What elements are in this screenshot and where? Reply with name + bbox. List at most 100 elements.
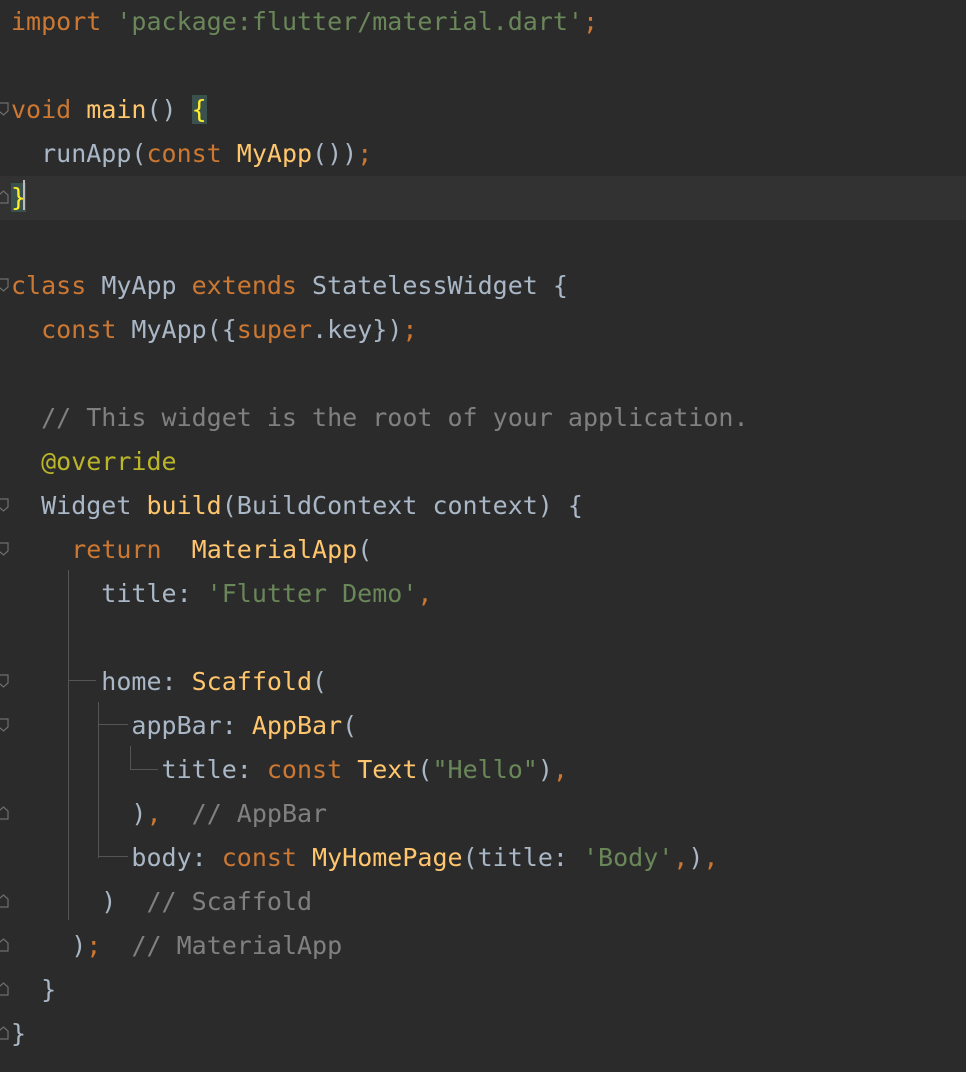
- code-token: 'package:flutter/material.dart': [116, 7, 583, 36]
- fold-open-icon[interactable]: [0, 674, 9, 688]
- code-token: MyApp: [236, 139, 313, 168]
- code-token: ;: [86, 931, 102, 960]
- code-token: ()): [312, 139, 358, 168]
- code-token: const: [41, 315, 117, 344]
- code-token: ;: [357, 139, 373, 168]
- indent-guide: [130, 746, 131, 770]
- code-token: ;: [582, 7, 599, 36]
- code-token: (title:: [462, 843, 583, 872]
- fold-open-icon[interactable]: [0, 542, 9, 556]
- code-token: ): [688, 843, 704, 872]
- code-token: AppBar: [251, 711, 343, 740]
- code-token: class: [11, 271, 87, 300]
- code-token: ,: [703, 843, 719, 872]
- code-token: MyApp({: [116, 315, 237, 344]
- code-line[interactable]: class MyApp extends StatelessWidget {: [0, 264, 966, 308]
- code-editor[interactable]: import 'package:flutter/material.dart'; v…: [0, 0, 966, 1072]
- code-text: title: 'Flutter Demo',: [11, 572, 432, 616]
- code-line[interactable]: return MaterialApp(: [0, 528, 966, 572]
- code-text: ); // MaterialApp: [11, 924, 342, 968]
- code-line[interactable]: @override: [0, 440, 966, 484]
- code-token: "Hello": [432, 755, 538, 784]
- code-token: ,: [417, 579, 433, 608]
- code-line[interactable]: runApp(const MyApp());: [0, 132, 966, 176]
- code-token: Text: [357, 755, 418, 784]
- matched-brace: {: [191, 95, 207, 124]
- code-token: (: [417, 755, 433, 784]
- code-line[interactable]: ); // MaterialApp: [0, 924, 966, 968]
- code-line[interactable]: ) // Scaffold: [0, 880, 966, 924]
- fold-open-icon[interactable]: [0, 498, 9, 512]
- indent-guide: [68, 570, 69, 920]
- fold-close-icon[interactable]: [0, 938, 9, 952]
- code-line[interactable]: ), // AppBar: [0, 792, 966, 836]
- code-token: 'Body': [582, 843, 674, 872]
- code-line[interactable]: // This widget is the root of your appli…: [0, 396, 966, 440]
- code-token: Scaffold: [191, 667, 313, 696]
- code-line[interactable]: Widget build(BuildContext context) {: [0, 484, 966, 528]
- code-token: // This widget is the root of your appli…: [11, 403, 749, 432]
- code-line[interactable]: title: const Text("Hello"),: [0, 748, 966, 792]
- code-token: extends: [191, 271, 297, 300]
- code-token: const: [146, 139, 222, 168]
- code-line[interactable]: import 'package:flutter/material.dart';: [0, 0, 966, 44]
- code-line[interactable]: const MyApp({super.key});: [0, 308, 966, 352]
- code-token: override: [56, 447, 177, 476]
- code-token: runApp(: [11, 139, 147, 168]
- fold-open-icon[interactable]: [0, 278, 9, 292]
- code-line[interactable]: [0, 44, 966, 88]
- code-token: // AppBar: [191, 799, 328, 828]
- code-text: }: [11, 1012, 26, 1056]
- fold-close-icon[interactable]: [0, 190, 9, 204]
- code-token: StatelessWidget {: [296, 271, 568, 300]
- code-line[interactable]: [0, 352, 966, 396]
- code-line[interactable]: [0, 616, 966, 660]
- code-text: return MaterialApp(: [11, 528, 372, 572]
- fold-close-icon[interactable]: [0, 1026, 9, 1040]
- code-token: ): [11, 887, 147, 916]
- code-line[interactable]: }: [0, 1012, 966, 1056]
- fold-close-icon[interactable]: [0, 806, 9, 820]
- code-line[interactable]: appBar: AppBar(: [0, 704, 966, 748]
- code-token: }: [11, 1019, 27, 1048]
- fold-open-icon[interactable]: [0, 102, 9, 116]
- code-token: (BuildContext context) {: [221, 491, 583, 520]
- code-line[interactable]: [0, 220, 966, 264]
- code-text: void main() {: [11, 88, 207, 132]
- code-token: title:: [11, 579, 207, 608]
- code-text: ), // AppBar: [11, 792, 327, 836]
- code-token: super: [236, 315, 313, 344]
- code-token: @: [41, 447, 57, 476]
- code-token: const: [266, 755, 343, 784]
- code-text: runApp(const MyApp());: [11, 132, 372, 176]
- code-token: body:: [11, 843, 222, 872]
- indent-guide-branch: [68, 680, 96, 681]
- fold-close-icon[interactable]: [0, 894, 9, 908]
- code-token: void: [11, 95, 72, 124]
- code-line[interactable]: body: const MyHomePage(title: 'Body',),: [0, 836, 966, 880]
- code-token: ): [537, 755, 553, 784]
- code-line[interactable]: }: [0, 176, 966, 220]
- code-token: ,: [552, 755, 568, 784]
- code-line[interactable]: }: [0, 968, 966, 1012]
- code-text: Widget build(BuildContext context) {: [11, 484, 583, 528]
- code-token: MyHomePage: [312, 843, 463, 872]
- code-token: MyApp: [86, 271, 192, 300]
- code-line[interactable]: title: 'Flutter Demo',: [0, 572, 966, 616]
- fold-open-icon[interactable]: [0, 718, 9, 732]
- code-line[interactable]: home: Scaffold(: [0, 660, 966, 704]
- code-line[interactable]: void main() {: [0, 88, 966, 132]
- code-text: home: Scaffold(: [11, 660, 327, 704]
- code-token: (: [342, 711, 358, 740]
- code-text: class MyApp extends StatelessWidget {: [11, 264, 568, 308]
- code-token: home:: [11, 667, 192, 696]
- code-text: }: [11, 968, 56, 1012]
- code-token: 'Flutter Demo': [206, 579, 418, 608]
- fold-close-icon[interactable]: [0, 982, 9, 996]
